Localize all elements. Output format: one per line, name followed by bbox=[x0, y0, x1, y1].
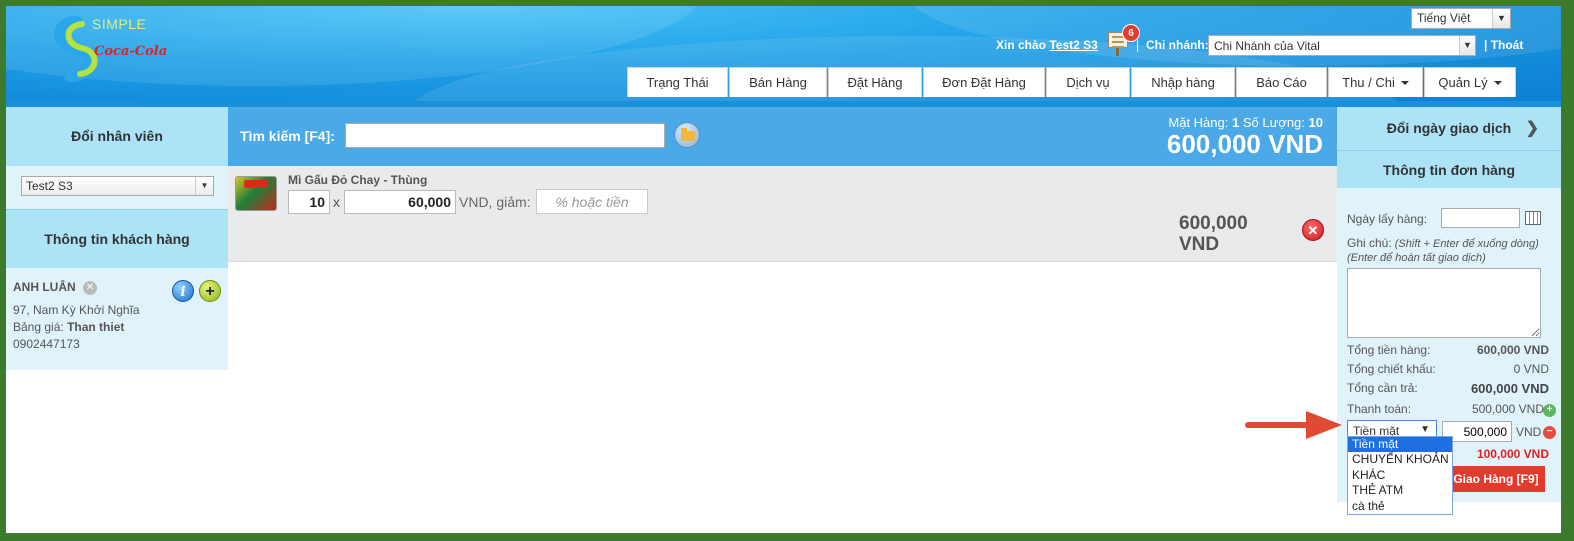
order-info-title: Thông tin đơn hàng bbox=[1337, 150, 1561, 188]
subtotal-value: 600,000 VND bbox=[1476, 343, 1549, 357]
chevron-down-icon: ▼ bbox=[1492, 9, 1510, 28]
remove-item-icon[interactable]: ✕ bbox=[1302, 219, 1324, 241]
dropdown-option[interactable]: KHÁC bbox=[1348, 468, 1452, 483]
remove-payment-icon[interactable]: − bbox=[1543, 426, 1556, 439]
app-window: SIMPLE Coca-Cola Tiếng Việt ▼ Xin chào T… bbox=[6, 6, 1561, 533]
header: SIMPLE Coca-Cola Tiếng Việt ▼ Xin chào T… bbox=[6, 6, 1561, 101]
logo-text: SIMPLE bbox=[92, 16, 147, 32]
discount-total-label: Tổng chiết khấu: bbox=[1347, 362, 1436, 376]
add-customer-icon[interactable]: + bbox=[199, 280, 221, 302]
pickup-date-label: Ngày lấy hàng: bbox=[1347, 212, 1428, 226]
summary-quantity: 10 bbox=[1308, 115, 1323, 130]
product-image bbox=[235, 176, 277, 211]
staff-value: Test2 S3 bbox=[26, 179, 73, 193]
customer-info: ANH LUÂN ✕ 97, Nam Kỳ Khởi Nghĩa Bảng gi… bbox=[6, 268, 228, 370]
note-textarea[interactable] bbox=[1347, 268, 1541, 338]
subtotal-label: Tổng tiền hàng: bbox=[1347, 343, 1431, 357]
dropdown-option[interactable]: Tiền mặt bbox=[1348, 437, 1452, 453]
caret-down-icon bbox=[1400, 80, 1409, 85]
branch-value: Chi Nhánh của Vital bbox=[1214, 39, 1320, 53]
dropdown-option[interactable]: CHUYỂN KHOẢN bbox=[1348, 452, 1452, 467]
greeting-prefix: Xin chào bbox=[996, 38, 1047, 52]
tab-dat-hang[interactable]: Đặt Hàng bbox=[828, 67, 922, 97]
search-bar: Tìm kiếm [F4]: Mặt Hàng: 1 Số Lượng: 10 … bbox=[228, 107, 1337, 166]
chevron-right-icon: ❯ bbox=[1525, 120, 1539, 137]
brand-logo: Coca-Cola bbox=[94, 44, 168, 59]
search-label: Tìm kiếm [F4]: bbox=[240, 128, 335, 144]
caret-down-icon bbox=[1493, 80, 1502, 85]
chevron-down-icon: ▼ bbox=[1459, 36, 1475, 55]
customer-panel-title: Thông tin khách hàng bbox=[6, 209, 228, 268]
change-date-button[interactable]: Đổi ngày giao dịch ❯ bbox=[1337, 107, 1561, 150]
order-summary: Mặt Hàng: 1 Số Lượng: 10 600,000 VND bbox=[1166, 115, 1323, 159]
payment-unit: VND bbox=[1516, 425, 1542, 439]
summary-total: 600,000 VND bbox=[1166, 129, 1323, 159]
discount-input[interactable]: % hoặc tiền bbox=[536, 189, 648, 214]
search-input[interactable] bbox=[345, 123, 665, 148]
chevron-down-icon: ▼ bbox=[1420, 424, 1430, 435]
due-value: 600,000 VND bbox=[1470, 381, 1549, 396]
tab-trang-thai[interactable]: Trạng Thái bbox=[627, 67, 728, 97]
customer-address: 97, Nam Kỳ Khởi Nghĩa bbox=[13, 302, 140, 317]
left-sidebar: Đổi nhân viên Test2 S3 ▼ Thông tin khách… bbox=[6, 107, 228, 370]
staff-panel-title: Đổi nhân viên bbox=[6, 107, 228, 166]
greeting: Xin chào Test2 S3 bbox=[996, 38, 1098, 52]
unit-price-input[interactable] bbox=[344, 190, 456, 214]
customer-name: ANH LUÂN bbox=[13, 280, 76, 294]
dropdown-option[interactable]: cà thẻ bbox=[1348, 499, 1452, 514]
separator: | bbox=[1136, 38, 1140, 52]
remaining-amount: 100,000 VND bbox=[1476, 447, 1549, 461]
notification-button[interactable]: 6 bbox=[1108, 24, 1140, 56]
calendar-icon[interactable] bbox=[1525, 211, 1541, 225]
due-label: Tổng cần trả: bbox=[1347, 381, 1418, 395]
order-item-row: Mì Gấu Đỏ Chay - Thùng x VND, giảm: % ho… bbox=[228, 166, 1337, 262]
tab-quan-ly[interactable]: Quản Lý bbox=[1424, 67, 1516, 97]
pickup-date-input[interactable] bbox=[1441, 208, 1520, 228]
red-arrow-annotation bbox=[1245, 411, 1342, 439]
branch-label: Chi nhánh: bbox=[1146, 38, 1209, 52]
product-name: Mì Gấu Đỏ Chay - Thùng bbox=[288, 173, 428, 187]
add-payment-icon[interactable]: + bbox=[1543, 404, 1556, 417]
language-value: Tiếng Việt bbox=[1417, 11, 1471, 25]
tab-dich-vu[interactable]: Dịch vụ bbox=[1046, 67, 1130, 97]
chevron-down-icon: ▼ bbox=[195, 177, 213, 195]
tab-ban-hang[interactable]: Bán Hàng bbox=[729, 67, 827, 97]
paid-label: Thanh toán: bbox=[1347, 402, 1412, 416]
info-icon[interactable]: i bbox=[172, 280, 194, 302]
customer-phone: 0902447173 bbox=[13, 336, 80, 351]
payment-method-dropdown: Tiền mặt CHUYỂN KHOẢN KHÁC THẺ ATM cà th… bbox=[1347, 436, 1453, 515]
logout-link[interactable]: | Thoát bbox=[1484, 38, 1523, 52]
tab-don-dat-hang[interactable]: Đơn Đặt Hàng bbox=[923, 67, 1045, 97]
staff-select[interactable]: Test2 S3 ▼ bbox=[21, 176, 214, 196]
staff-row: Test2 S3 ▼ bbox=[6, 166, 228, 209]
main-nav: Trạng Thái Bán Hàng Đặt Hàng Đơn Đặt Hàn… bbox=[627, 67, 1517, 97]
dropdown-option[interactable]: THẺ ATM bbox=[1348, 483, 1452, 498]
deliver-button[interactable]: Giao Hàng [F9] bbox=[1447, 466, 1545, 492]
tab-bao-cao[interactable]: Báo Cáo bbox=[1236, 67, 1327, 97]
multiply-sign: x bbox=[333, 194, 340, 210]
line-total: 600,000 VND bbox=[1179, 213, 1248, 255]
summary-item-count: 1 bbox=[1232, 115, 1240, 130]
paid-value: 500,000 VND bbox=[1471, 402, 1544, 416]
branch-select[interactable]: Chi Nhánh của Vital ▼ bbox=[1208, 35, 1476, 56]
tab-nhap-hang[interactable]: Nhập hàng bbox=[1131, 67, 1235, 97]
user-link[interactable]: Test2 S3 bbox=[1049, 38, 1097, 52]
discount-total-value: 0 VND bbox=[1513, 362, 1549, 376]
customer-price-list: Bảng giá: Than thiet bbox=[13, 319, 125, 334]
discount-label: VND, giảm: bbox=[459, 194, 531, 210]
folder-icon[interactable] bbox=[674, 122, 700, 148]
quantity-input[interactable] bbox=[288, 190, 330, 214]
language-select[interactable]: Tiếng Việt ▼ bbox=[1411, 8, 1511, 29]
tab-thu-chi[interactable]: Thu / Chi bbox=[1328, 67, 1423, 97]
note-label: Ghi chú: (Shift + Enter để xuống dòng) (… bbox=[1347, 236, 1539, 264]
remove-customer-icon[interactable]: ✕ bbox=[83, 280, 98, 295]
